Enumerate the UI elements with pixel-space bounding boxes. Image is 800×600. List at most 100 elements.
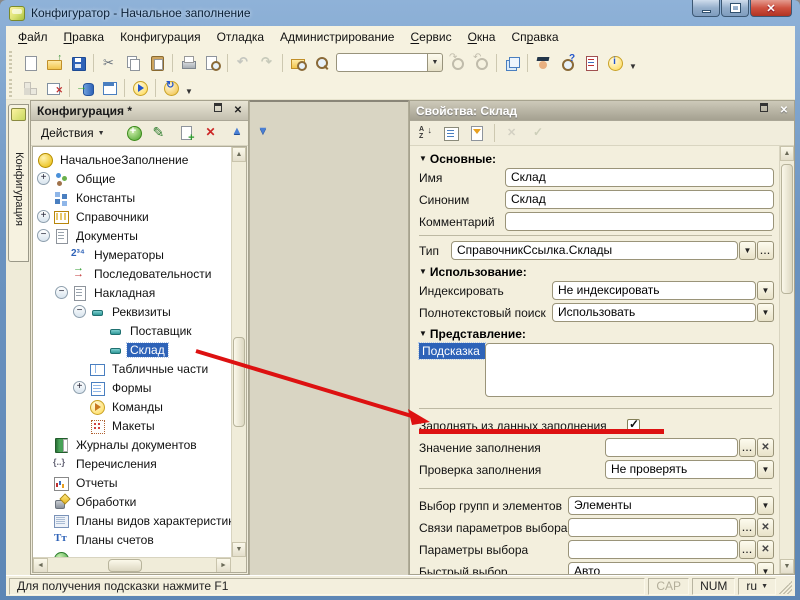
properties-vertical-scrollbar[interactable]: ▲ ▼ [779, 146, 794, 574]
menu-item-Справка[interactable]: Справка [503, 27, 566, 47]
tree-item-Макеты[interactable]: Макеты [33, 416, 231, 435]
clear-button[interactable]: ✕ [757, 540, 774, 559]
paste-button[interactable] [145, 52, 169, 74]
toolbar-grip[interactable] [9, 79, 15, 97]
tree-item-Журналы документов[interactable]: Журналы документов [33, 435, 231, 454]
ellipsis-button[interactable]: ... [739, 438, 756, 457]
dropdown-button[interactable]: ▼ [757, 460, 774, 479]
tree-item-Общие[interactable]: +Общие [33, 169, 231, 188]
expand-icon[interactable]: + [37, 210, 50, 223]
property-value-input[interactable] [568, 518, 738, 537]
copy-button[interactable] [121, 52, 145, 74]
property-value-input[interactable]: СправочникСсылка.Склады [451, 241, 738, 260]
toolbar-overflow-button[interactable]: ▼ [627, 53, 639, 73]
property-value-input[interactable] [505, 212, 774, 231]
search-dropdown-button[interactable]: ▼ [428, 53, 443, 72]
tree-item-Справочники[interactable]: +Справочники [33, 207, 231, 226]
property-value-input[interactable] [568, 540, 738, 559]
collapse-icon[interactable]: − [73, 305, 86, 318]
menu-item-Отладка[interactable]: Отладка [209, 27, 272, 47]
tree-vertical-scrollbar[interactable]: ▲ ▼ [231, 147, 246, 557]
help-find-button[interactable] [555, 52, 579, 74]
delete-button[interactable] [200, 122, 224, 144]
dropdown-button[interactable]: ▼ [757, 496, 774, 515]
tree-item-Отчеты[interactable]: Отчеты [33, 473, 231, 492]
panel-close-button[interactable]: ✕ [231, 104, 245, 118]
toolbar-overflow-button[interactable]: ▼ [183, 78, 195, 98]
sort-az-button[interactable] [413, 122, 437, 144]
methods-button[interactable] [579, 52, 603, 74]
property-value-input[interactable]: Авто [568, 562, 756, 574]
new-file-button[interactable] [18, 52, 42, 74]
print-preview-button[interactable] [200, 52, 224, 74]
clear-button[interactable]: ✕ [757, 438, 774, 457]
ellipsis-button[interactable]: ... [757, 241, 774, 260]
collapse-icon[interactable]: − [37, 229, 50, 242]
tree-item-Константы[interactable]: Константы [33, 188, 231, 207]
move-up-button[interactable] [226, 122, 250, 144]
toolbar-grip[interactable] [9, 51, 15, 74]
property-value-input[interactable]: Не индексировать [552, 281, 756, 300]
minimize-button[interactable] [692, 0, 720, 17]
session-button[interactable] [97, 77, 121, 99]
expand-icon[interactable]: + [73, 381, 86, 394]
section-collapse-icon[interactable]: ▼ [419, 329, 427, 338]
cut-button[interactable] [97, 52, 121, 74]
indicator-ru[interactable]: ru▼ [738, 578, 776, 595]
find-files-button[interactable] [286, 52, 310, 74]
add-button[interactable] [122, 122, 146, 144]
filter-button[interactable] [465, 122, 489, 144]
tree-item-Формы[interactable]: +Формы [33, 378, 231, 397]
expand-icon[interactable]: + [37, 172, 50, 185]
client-start-button[interactable] [159, 77, 183, 99]
search-input[interactable] [336, 53, 428, 72]
update-db-button[interactable] [73, 77, 97, 99]
scroll-down-icon[interactable]: ▼ [232, 542, 246, 557]
menu-item-Сервис[interactable]: Сервис [402, 27, 459, 47]
tree-item-Накладная[interactable]: −Накладная [33, 283, 231, 302]
scroll-up-icon[interactable]: ▲ [780, 146, 794, 161]
print-button[interactable] [176, 52, 200, 74]
zoom-button[interactable] [310, 52, 334, 74]
save-button[interactable] [66, 52, 90, 74]
tree-item-Документы[interactable]: −Документы [33, 226, 231, 245]
scroll-up-icon[interactable]: ▲ [232, 147, 246, 162]
menu-item-Окна[interactable]: Окна [460, 27, 504, 47]
dropdown-button[interactable]: ▼ [757, 562, 774, 574]
pin-button[interactable] [215, 104, 229, 118]
tree-item-Команды[interactable]: Команды [33, 397, 231, 416]
menu-item-Правка[interactable]: Правка [56, 27, 113, 47]
tree-item-Перечисления[interactable]: Перечисления [33, 454, 231, 473]
property-value-input[interactable]: Склад [505, 190, 774, 209]
debug-start-button[interactable] [128, 77, 152, 99]
scroll-right-icon[interactable]: ► [216, 558, 231, 573]
menu-item-Конфигурация[interactable]: Конфигурация [112, 27, 209, 47]
maximize-button[interactable] [721, 0, 749, 17]
open-folder-button[interactable] [42, 52, 66, 74]
dropdown-button[interactable]: ▼ [757, 281, 774, 300]
configuration-dock-tab[interactable]: Конфигурация [8, 104, 29, 262]
menu-item-Администрирование[interactable]: Администрирование [272, 27, 402, 47]
tree-item-Реквизиты[interactable]: −Реквизиты [33, 302, 231, 321]
tree-horizontal-scrollbar[interactable]: ◄ ► [33, 557, 231, 572]
syntax-assistant-button[interactable] [531, 52, 555, 74]
tree-item-Последовательности[interactable]: Последовательности [33, 264, 231, 283]
property-value-input[interactable]: Склад [505, 168, 774, 187]
tree-item-Склад[interactable]: Склад [33, 340, 231, 359]
pin-button[interactable] [761, 104, 775, 118]
ellipsis-button[interactable]: ... [739, 540, 756, 559]
close-button[interactable]: ✕ [750, 0, 792, 17]
actions-button[interactable]: Действия ▼ [34, 123, 112, 143]
collapse-icon[interactable]: − [55, 286, 68, 299]
scroll-left-icon[interactable]: ◄ [33, 558, 48, 573]
resize-grip[interactable] [779, 581, 792, 594]
scrollbar-thumb[interactable] [108, 559, 142, 572]
clear-button[interactable]: ✕ [757, 518, 774, 537]
menu-item-Файл[interactable]: Файл [10, 27, 56, 47]
scroll-down-icon[interactable]: ▼ [780, 559, 794, 574]
tree-item-Планы видов характеристик[interactable]: Планы видов характеристик [33, 511, 231, 530]
tree-item-НачальноеЗаполнение[interactable]: НачальноеЗаполнение [33, 150, 231, 169]
multiline-text-input[interactable] [485, 343, 774, 397]
edit-button[interactable] [148, 122, 172, 144]
windows-button[interactable] [500, 52, 524, 74]
